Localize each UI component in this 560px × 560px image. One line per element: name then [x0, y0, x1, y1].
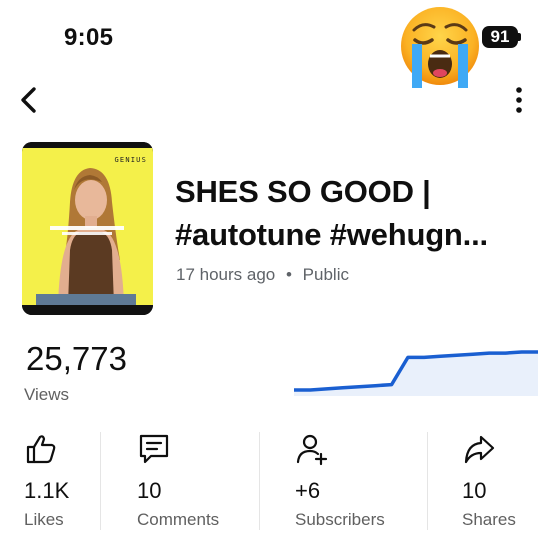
meta-separator: • [285, 265, 292, 284]
shares-value: 10 [462, 478, 487, 503]
chevron-left-icon[interactable] [14, 84, 46, 116]
thumbs-up-icon [26, 435, 56, 464]
battery-tip [518, 33, 521, 41]
views-sparkline-chart [294, 350, 538, 396]
battery-indicator: 91 [482, 26, 518, 48]
share-arrow-icon [464, 435, 495, 464]
comments-value: 10 [137, 478, 162, 503]
views-label: Views [24, 385, 70, 404]
shares-label: Shares [462, 510, 516, 529]
comments-label: Comments [137, 510, 220, 529]
video-title: SHES SO GOOD | #autotune #wehugn... [175, 174, 488, 252]
crying-face-emoji-icon [401, 7, 479, 88]
video-thumbnail[interactable]: GENIUS [22, 142, 153, 315]
stat-divider [259, 432, 260, 530]
stat-comments[interactable]: 10 Comments [137, 432, 257, 532]
subscribers-label: Subscribers [295, 510, 385, 529]
stat-shares[interactable]: 10 Shares [462, 432, 542, 532]
more-options-icon[interactable] [508, 86, 530, 114]
likes-label: Likes [24, 510, 64, 529]
stat-subscribers[interactable]: +6 Subscribers [295, 432, 415, 532]
stat-divider [427, 432, 428, 530]
comment-icon [139, 434, 169, 464]
upload-age: 17 hours ago [176, 265, 276, 284]
visibility-status: Public [302, 265, 349, 284]
status-time: 9:05 [64, 24, 114, 51]
views-count: 25,773 [26, 340, 127, 377]
stat-likes[interactable]: 1.1K Likes [24, 432, 100, 532]
video-meta: 17 hours ago • Public [176, 265, 349, 285]
thumbnail-brand: GENIUS [114, 156, 147, 164]
add-person-icon [296, 434, 328, 466]
stat-divider [100, 432, 101, 530]
likes-value: 1.1K [24, 478, 70, 503]
subscribers-value: +6 [295, 478, 321, 503]
